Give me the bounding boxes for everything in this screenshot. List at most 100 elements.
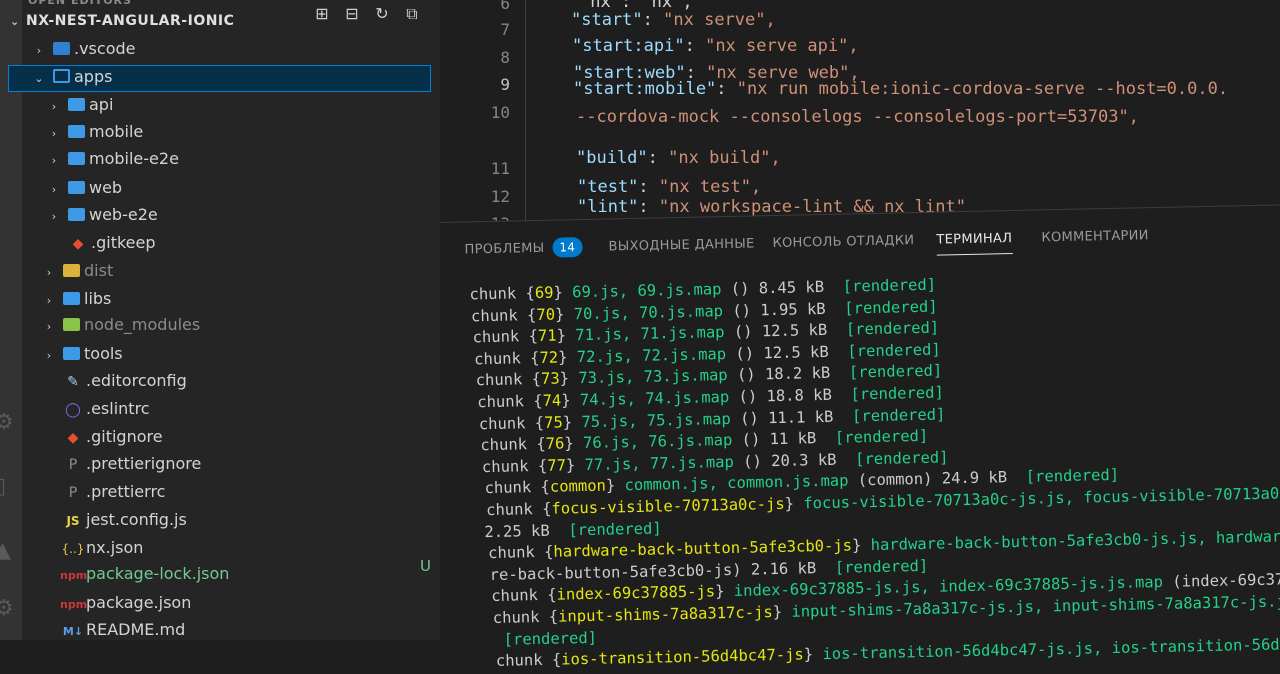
tab-comments[interactable]: КОММЕНТАРИИ xyxy=(1041,222,1149,252)
rendered-tag: [rendered] xyxy=(848,361,943,382)
chevron-right-icon: › xyxy=(51,210,57,223)
tree-item-label: package.json xyxy=(86,593,192,612)
tree-file-prettierrc[interactable]: P .prettierrc xyxy=(60,479,166,505)
tree-folder-web-e2e[interactable]: › web-e2e xyxy=(45,202,158,228)
chevron-down-icon: ⌄ xyxy=(34,72,44,85)
terminal-output[interactable]: chunk {69} 69.js, 69.js.map () 8.45 kB [… xyxy=(469,266,1280,673)
tree-item-label: libs xyxy=(84,289,112,308)
tree-item-label: tools xyxy=(84,344,123,363)
tree-file-jest-config-js[interactable]: JS jest.config.js xyxy=(60,507,187,533)
tree-folder-mobile-e2e[interactable]: › mobile-e2e xyxy=(45,146,179,172)
workspace-header[interactable]: ⌄ NX-NEST-ANGULAR-IONIC xyxy=(10,8,430,34)
line-number-active: 9 xyxy=(500,75,510,94)
chunk-files: 72.js, 72.js.map xyxy=(576,344,727,366)
tree-file-readme-md[interactable]: M↓ README.md xyxy=(60,617,185,643)
chunk-id: 69 xyxy=(534,283,554,303)
rendered-tag: [rendered] xyxy=(854,448,949,469)
folder-icon xyxy=(63,120,89,146)
chunk-id: common xyxy=(549,476,607,497)
line-number-gutter: 6 7 8 9 10 11 12 13 xyxy=(440,0,520,228)
collapse-all-icon[interactable]: ⧉ xyxy=(402,4,422,24)
settings-gear-icon[interactable]: ⚙ xyxy=(0,596,16,622)
tree-folder-apps[interactable]: ⌄ apps xyxy=(30,64,112,90)
problems-count-badge: 14 xyxy=(552,237,583,258)
tree-item-label: node_modules xyxy=(84,315,201,334)
editorconfig-icon: ✎ xyxy=(67,374,79,390)
chunk-files: common.js, common.js.map xyxy=(624,471,849,495)
tree-file-eslintrc[interactable]: ◯ .eslintrc xyxy=(60,396,149,422)
tree-item-label: README.md xyxy=(86,620,186,639)
rendered-tag: [rendered] xyxy=(850,383,945,404)
tree-folder-vscode[interactable]: › .vscode xyxy=(30,36,136,63)
chunk-id: focus-visible-70713a0c-js xyxy=(551,494,785,518)
tree-item-label: web xyxy=(89,178,123,197)
chunk-files: 76.js, 76.js.map xyxy=(582,431,733,453)
vscode-folder-icon xyxy=(48,37,74,63)
tree-file-prettierignore[interactable]: P .prettierignore xyxy=(60,451,202,477)
prettier-icon: P xyxy=(68,485,78,501)
tree-folder-node-modules[interactable]: › node_modules xyxy=(40,312,200,338)
tree-item-label: dist xyxy=(84,261,114,280)
activity-bar: ⚙ ▯ ▲ ⚙ xyxy=(0,0,22,640)
tree-folder-dist[interactable]: › dist xyxy=(40,258,113,284)
folder-icon xyxy=(58,342,84,368)
chunk-id: 71 xyxy=(537,326,557,346)
explorer-sidebar: ⚙ ▯ ▲ ⚙ OPEN EDITORS ⌄ NX-NEST-ANGULAR-IO… xyxy=(0,0,440,640)
chunk-id: 72 xyxy=(539,348,559,367)
tree-file-editorconfig[interactable]: ✎ .editorconfig xyxy=(60,368,187,394)
tab-problems[interactable]: ПРОБЛЕМЫ 14 xyxy=(464,234,583,264)
rendered-tag: [rendered] xyxy=(842,275,937,296)
rendered-tag: [rendered] xyxy=(845,318,940,339)
code-editor[interactable]: 6 7 8 9 10 11 12 13 "nx": "nx", "start":… xyxy=(440,0,1280,228)
chunk-id: 74 xyxy=(542,391,562,410)
chunk-files: 71.js, 71.js.map xyxy=(575,323,725,345)
tree-folder-web[interactable]: › web xyxy=(45,175,122,201)
tree-file-nx-json[interactable]: {..}nx.json xyxy=(60,535,144,561)
prettier-icon: P xyxy=(68,457,78,473)
tree-item-label: mobile xyxy=(89,122,144,141)
chevron-right-icon: › xyxy=(51,183,57,196)
tab-terminal[interactable]: ТЕРМИНАЛ xyxy=(936,225,1013,256)
chunk-id: input-shims-7a8a317c-js xyxy=(557,603,773,626)
tree-file-package-lock-json[interactable]: npmpackage-lock.json xyxy=(60,561,229,587)
tree-folder-libs[interactable]: › libs xyxy=(40,286,112,313)
chevron-right-icon: › xyxy=(51,127,57,140)
tree-item-label: web-e2e xyxy=(89,205,158,224)
tree-item-label: nx.json xyxy=(86,538,144,557)
chevron-right-icon: › xyxy=(51,154,57,167)
tree-file-gitkeep[interactable]: ◆ .gitkeep xyxy=(65,230,156,256)
chevron-right-icon: › xyxy=(46,266,52,279)
line-number: 6 xyxy=(500,0,510,13)
new-file-icon[interactable]: ⊞ xyxy=(312,4,332,24)
debug-icon[interactable]: ⚙ xyxy=(0,410,16,436)
chevron-right-icon: › xyxy=(46,320,52,333)
tree-item-label: .prettierignore xyxy=(86,454,202,473)
panel-tabs: ПРОБЛЕМЫ 14 ВЫХОДНЫЕ ДАННЫЕ КОНСОЛЬ ОТЛАД… xyxy=(464,225,1149,266)
code-line: "start:api": "nx serve api", xyxy=(572,36,859,56)
tab-debug-console[interactable]: КОНСОЛЬ ОТЛАДКИ xyxy=(772,227,914,258)
chunk-id: 76 xyxy=(545,434,565,453)
chunk-id: 73 xyxy=(540,369,560,389)
tab-output[interactable]: ВЫХОДНЫЕ ДАННЫЕ xyxy=(608,230,755,261)
tree-item-label: api xyxy=(89,95,114,114)
refresh-icon[interactable]: ↻ xyxy=(372,4,392,24)
rendered-tag: [rendered] xyxy=(844,297,938,318)
tree-folder-tools[interactable]: › tools xyxy=(40,341,123,367)
test-icon[interactable]: ▲ xyxy=(0,538,16,564)
tree-folder-mobile[interactable]: › mobile xyxy=(45,119,143,145)
rendered-tag: [rendered] xyxy=(851,405,946,425)
tree-file-gitignore[interactable]: ◆ .gitignore xyxy=(60,424,163,450)
tree-item-label: .vscode xyxy=(74,39,136,58)
indent-guide xyxy=(525,0,526,228)
tree-folder-api[interactable]: › api xyxy=(45,92,114,118)
tree-file-package-json[interactable]: npmpackage.json xyxy=(60,590,191,616)
remote-explorer-icon[interactable]: ▯ xyxy=(0,474,16,500)
folder-icon xyxy=(58,287,84,313)
line-number: 7 xyxy=(500,20,510,39)
bottom-panel: ПРОБЛЕМЫ 14 ВЫХОДНЫЕ ДАННЫЕ КОНСОЛЬ ОТЛАД… xyxy=(440,204,1280,670)
new-folder-icon[interactable]: ⊟ xyxy=(342,4,362,24)
folder-open-icon xyxy=(48,65,74,91)
tree-item-label: jest.config.js xyxy=(86,510,187,529)
chunk-files: 69.js, 69.js.map xyxy=(571,280,722,302)
rendered-tag: [rendered] xyxy=(847,340,941,361)
